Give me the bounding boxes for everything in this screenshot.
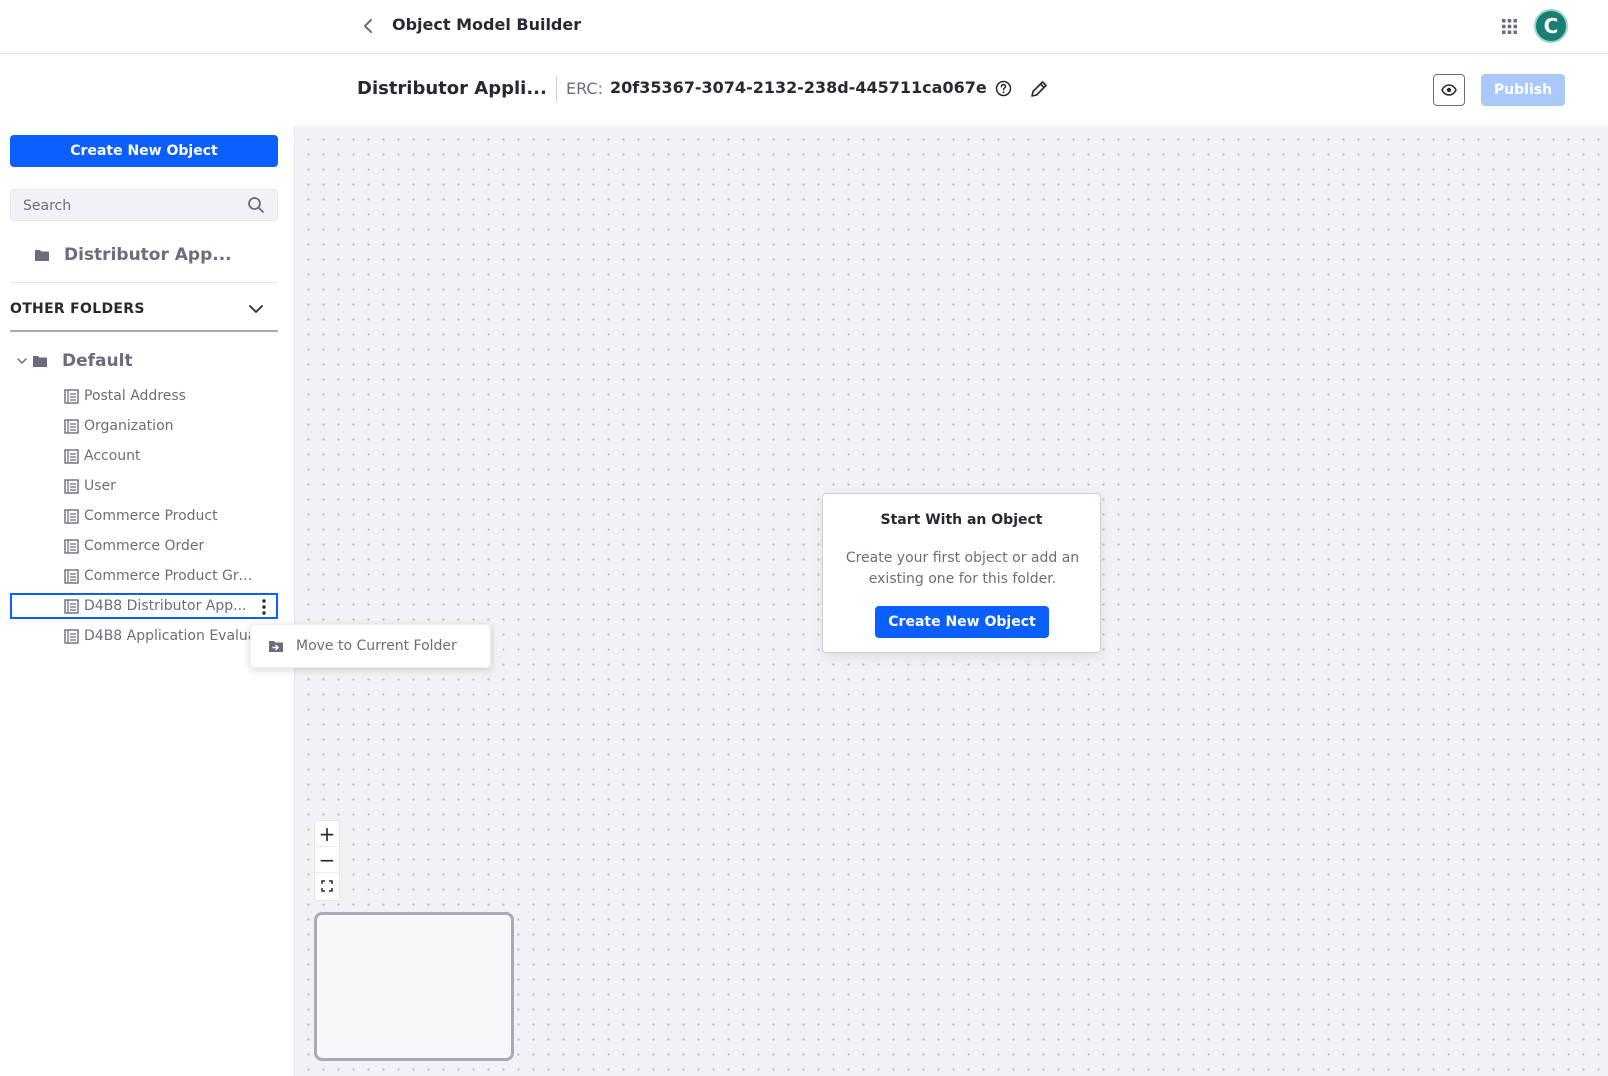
default-folder-label: Default xyxy=(62,351,133,371)
table-icon xyxy=(64,388,79,404)
current-folder-label: Distributor App... xyxy=(64,245,232,265)
object-item-organization[interactable]: Organization xyxy=(10,413,278,439)
object-item-commerce-order[interactable]: Commerce Order xyxy=(10,533,278,559)
header-divider xyxy=(556,76,557,102)
table-icon xyxy=(64,568,79,584)
object-item-d4b8-application-evaluation[interactable]: D4B8 Application Evalua xyxy=(10,623,278,649)
create-new-object-button[interactable]: Create New Object xyxy=(10,135,278,167)
ellipsis-vertical-icon xyxy=(262,599,266,615)
search-icon[interactable] xyxy=(247,196,265,214)
table-icon xyxy=(64,598,79,614)
erc-label: ERC: xyxy=(566,79,603,98)
folder-move-icon xyxy=(269,641,283,652)
card-description: Create your first object or add an exist… xyxy=(845,550,1080,587)
folder-title: Distributor Appli... xyxy=(357,78,547,99)
table-icon xyxy=(64,538,79,554)
pencil-icon xyxy=(1031,81,1047,97)
object-context-menu: Move to Current Folder xyxy=(250,624,491,668)
zoom-out-button[interactable]: − xyxy=(315,847,339,873)
object-item-label: User xyxy=(84,478,116,494)
folder-header: Distributor Appli... ERC: 20f35367-3074-… xyxy=(0,54,1608,126)
object-item-label: Organization xyxy=(84,418,174,434)
object-item-label: D4B8 Distributor App... xyxy=(84,598,247,614)
object-item-label: Commerce Order xyxy=(84,538,205,554)
fit-view-button[interactable] xyxy=(315,873,339,899)
search-box xyxy=(10,189,278,221)
chevron-left-icon xyxy=(364,19,372,33)
app-title: Object Model Builder xyxy=(392,15,582,34)
other-folders-label: OTHER FOLDERS xyxy=(10,301,145,317)
object-item-label: Commerce Product xyxy=(84,508,218,524)
table-icon xyxy=(64,508,79,524)
current-folder-item[interactable]: Distributor App... xyxy=(10,238,278,272)
object-item-label: Postal Address xyxy=(84,388,186,404)
eye-icon xyxy=(1441,84,1457,96)
other-folders-underline xyxy=(10,330,278,332)
zoom-in-button[interactable]: + xyxy=(315,821,339,847)
object-actions-button[interactable] xyxy=(256,597,272,617)
canvas-minimap[interactable] xyxy=(314,912,514,1061)
grid-icon xyxy=(1501,18,1517,34)
search-input[interactable] xyxy=(23,196,233,216)
back-button[interactable] xyxy=(356,14,380,38)
context-menu-item-label: Move to Current Folder xyxy=(296,638,457,654)
other-folders-toggle[interactable]: OTHER FOLDERS xyxy=(10,291,278,327)
user-avatar[interactable]: C xyxy=(1534,9,1568,43)
card-create-new-object-button[interactable]: Create New Object xyxy=(875,606,1049,638)
object-item-label: Commerce Product Group xyxy=(84,568,254,584)
edit-erc-button[interactable] xyxy=(1028,78,1050,100)
sidebar-divider xyxy=(10,282,278,283)
object-item-d4b8-distributor-app[interactable]: D4B8 Distributor App... xyxy=(10,593,278,619)
default-folder-item[interactable]: Default xyxy=(10,348,278,374)
object-item-commerce-product-group[interactable]: Commerce Product Group xyxy=(10,563,278,589)
preview-button[interactable] xyxy=(1433,74,1465,106)
table-icon xyxy=(64,418,79,434)
zoom-controls: + − xyxy=(314,820,340,901)
object-sidebar: Create New Object Distributor App... OTH… xyxy=(0,126,294,1076)
object-item-label: Account xyxy=(84,448,141,464)
object-item-label: D4B8 Application Evalua xyxy=(84,628,254,644)
move-to-current-folder-option[interactable]: Move to Current Folder xyxy=(251,625,490,667)
table-icon xyxy=(64,448,79,464)
folder-icon xyxy=(35,250,49,261)
publish-button[interactable]: Publish xyxy=(1481,74,1565,106)
object-item-account[interactable]: Account xyxy=(10,443,278,469)
top-navigation-bar: Object Model Builder C xyxy=(0,0,1608,54)
card-title: Start With an Object xyxy=(880,512,1043,528)
erc-value: 20f35367-3074-2132-238d-445711ca067e xyxy=(610,78,987,97)
start-with-object-card: Start With an Object Create your first o… xyxy=(822,493,1101,653)
object-item-user[interactable]: User xyxy=(10,473,278,499)
question-circle-icon[interactable] xyxy=(995,80,1012,97)
folder-icon xyxy=(33,356,47,367)
expand-icon xyxy=(321,880,333,892)
table-icon xyxy=(64,628,79,644)
chevron-down-icon[interactable] xyxy=(16,355,28,367)
object-item-commerce-product[interactable]: Commerce Product xyxy=(10,503,278,529)
chevron-down-icon xyxy=(249,305,263,313)
table-icon xyxy=(64,478,79,494)
apps-menu-button[interactable] xyxy=(1498,15,1520,37)
object-item-postal-address[interactable]: Postal Address xyxy=(10,383,278,409)
